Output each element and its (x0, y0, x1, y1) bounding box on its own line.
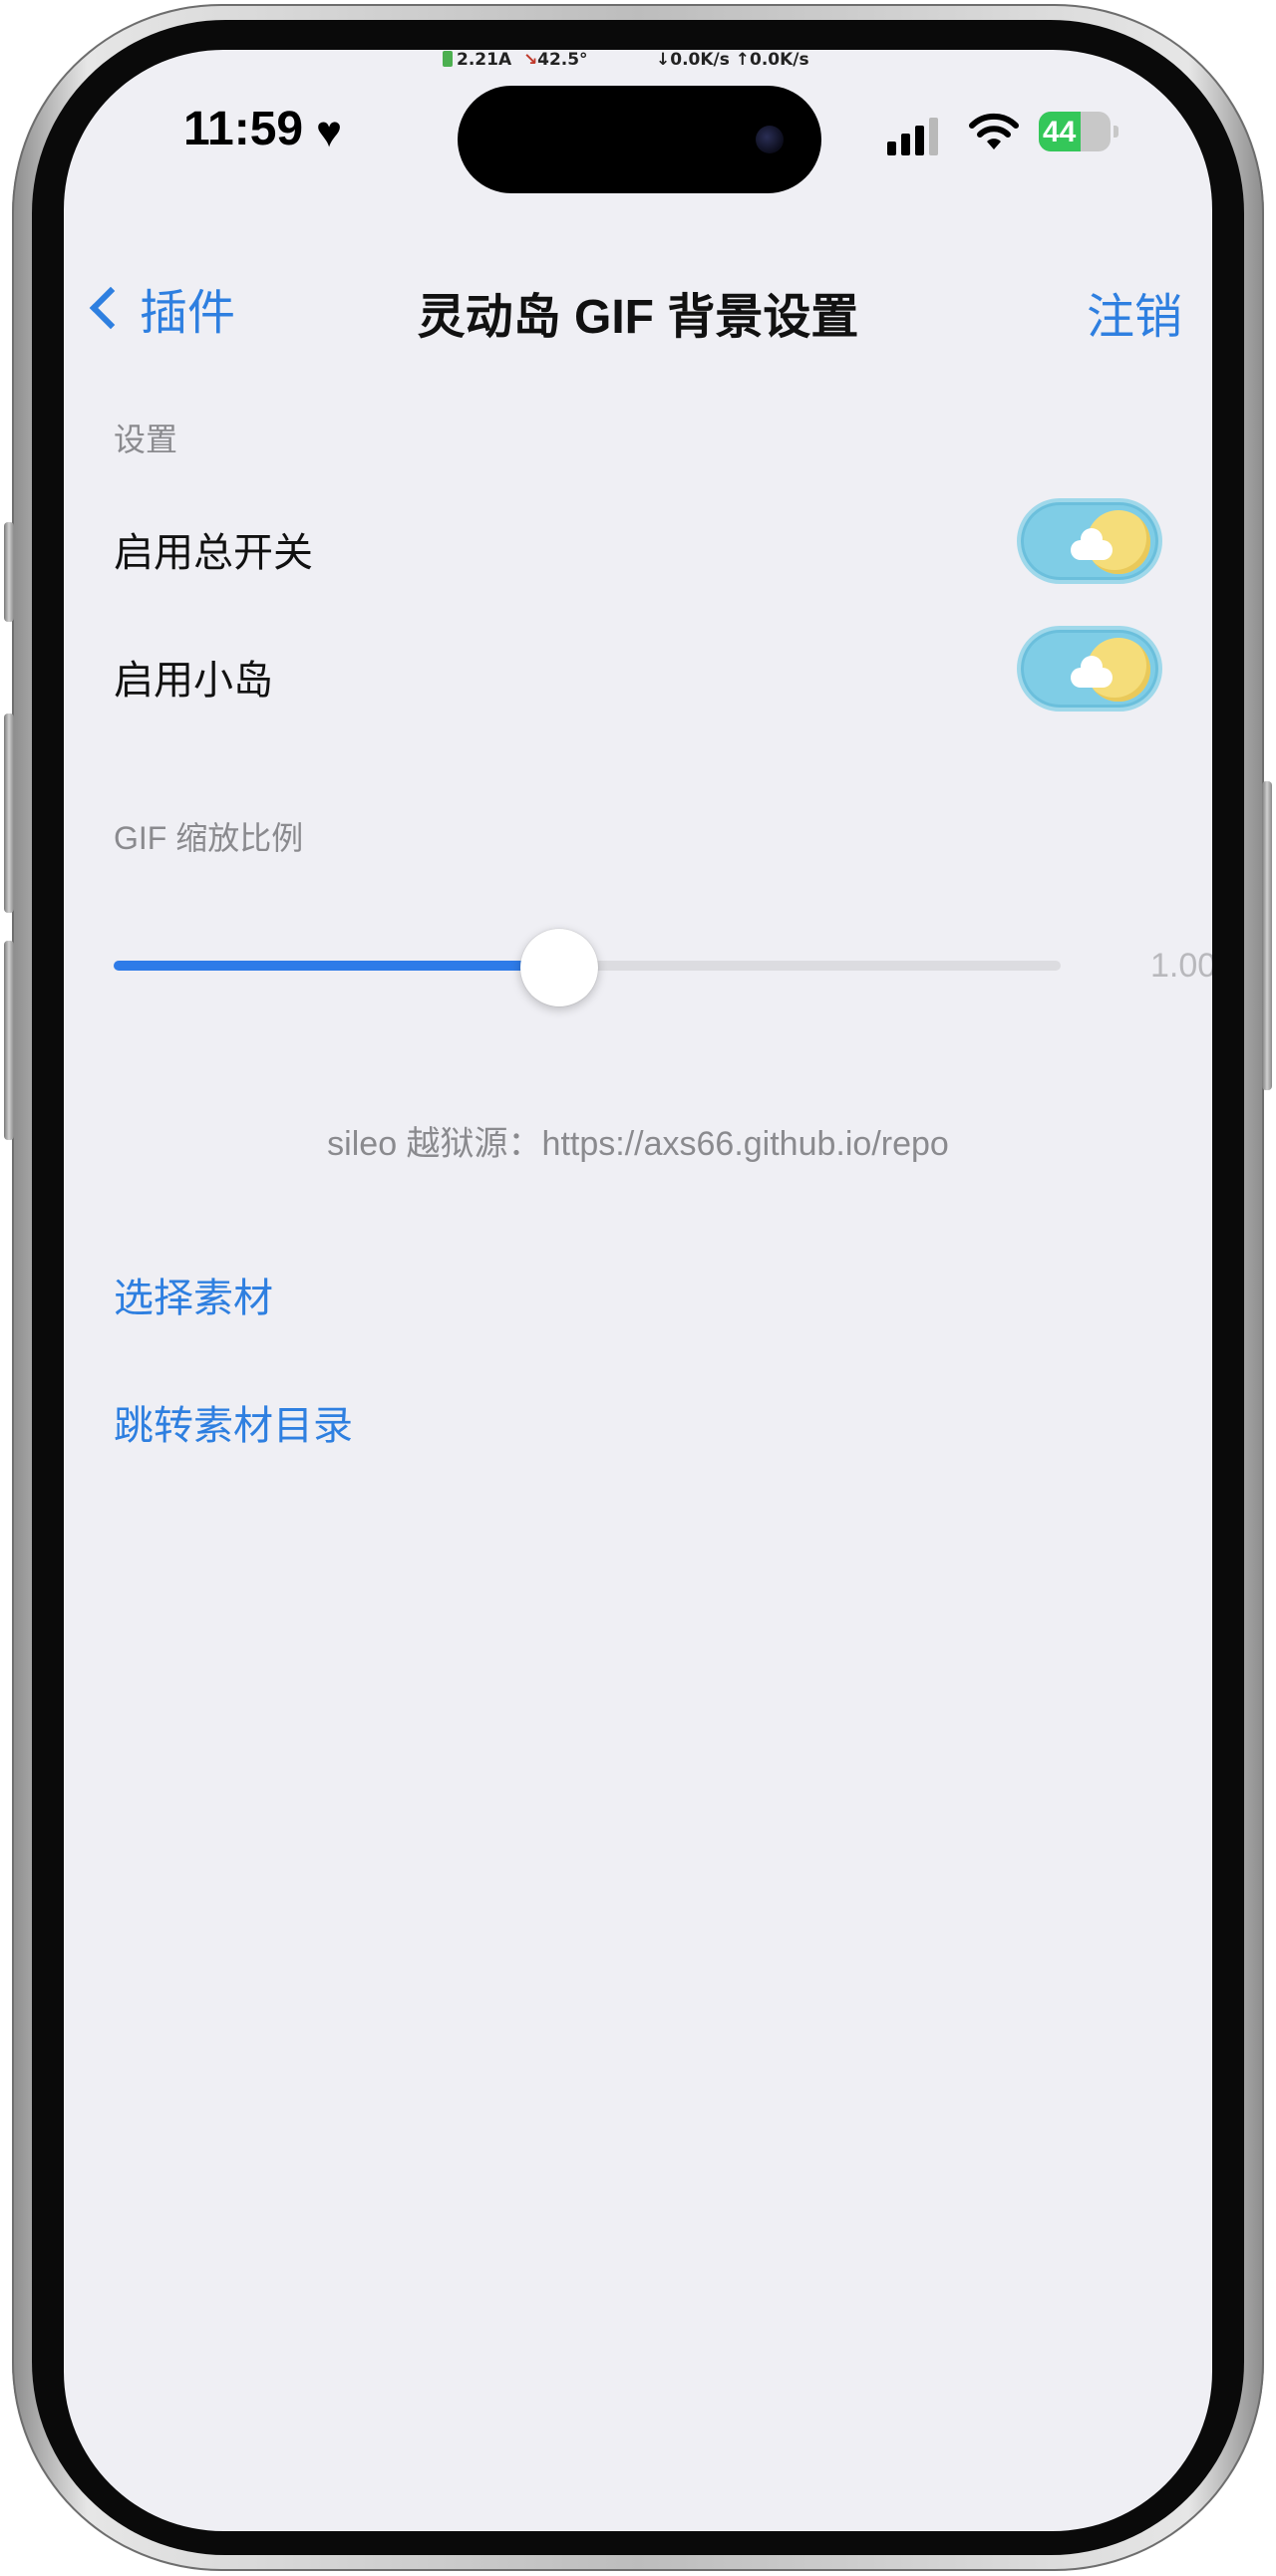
cellular-signal-icon (887, 116, 947, 155)
front-camera-icon (756, 126, 784, 153)
volume-down-button (4, 941, 14, 1140)
thermometer-icon: ↘ (523, 50, 538, 70)
respring-button[interactable]: 注销 (1087, 277, 1182, 347)
cloud-icon (1071, 528, 1113, 560)
dynamic-island (458, 86, 821, 193)
temperature-text: 42.5° (537, 50, 588, 70)
screen: 2.21A ↘42.5° ↓0.0K/s ↑0.0K/s 11:59 ♥ 44 插… (64, 50, 1212, 2531)
battery-small-icon (443, 51, 453, 67)
page-title: 灵动岛 GIF 背景设置 (417, 291, 859, 344)
navigation-bar: 插件 灵动岛 GIF 背景设置 注销 (64, 229, 1212, 344)
master-switch-label: 启用总开关 (114, 531, 313, 575)
settings-section-header: 设置 (114, 422, 178, 457)
slider-value: 1.00 (1150, 947, 1212, 985)
network-speed: ↓0.0K/s ↑0.0K/s (656, 50, 809, 70)
gif-scale-header: GIF 缩放比例 (114, 820, 304, 856)
battery-level: 44 (1043, 116, 1077, 148)
slider-fill (114, 961, 559, 971)
action-button (4, 522, 14, 622)
slider-knob[interactable] (519, 929, 598, 1006)
status-time: 11:59 (183, 103, 304, 155)
battery-icon: 44 (1039, 112, 1118, 151)
master-switch-row: 启用总开关 (64, 480, 1212, 600)
power-button (1262, 781, 1272, 1090)
master-switch-toggle[interactable] (1017, 498, 1162, 584)
heart-icon: ♥ (316, 108, 343, 156)
gif-scale-slider[interactable]: 1.00 (114, 927, 1212, 1006)
wifi-icon (969, 113, 1019, 149)
small-island-toggle[interactable] (1017, 626, 1162, 712)
select-material-button[interactable]: 选择素材 (114, 1266, 273, 1323)
current-indicator: 2.21A ↘42.5° (443, 50, 588, 74)
repo-credit: sileo 越狱源：https://axs66.github.io/repo (327, 1125, 949, 1163)
current-text: 2.21A (457, 50, 512, 70)
open-material-directory-button[interactable]: 跳转素材目录 (114, 1393, 353, 1451)
cloud-icon (1071, 656, 1113, 688)
volume-up-button (4, 714, 14, 913)
small-island-row: 启用小岛 (64, 608, 1212, 727)
small-island-label: 启用小岛 (114, 659, 273, 703)
